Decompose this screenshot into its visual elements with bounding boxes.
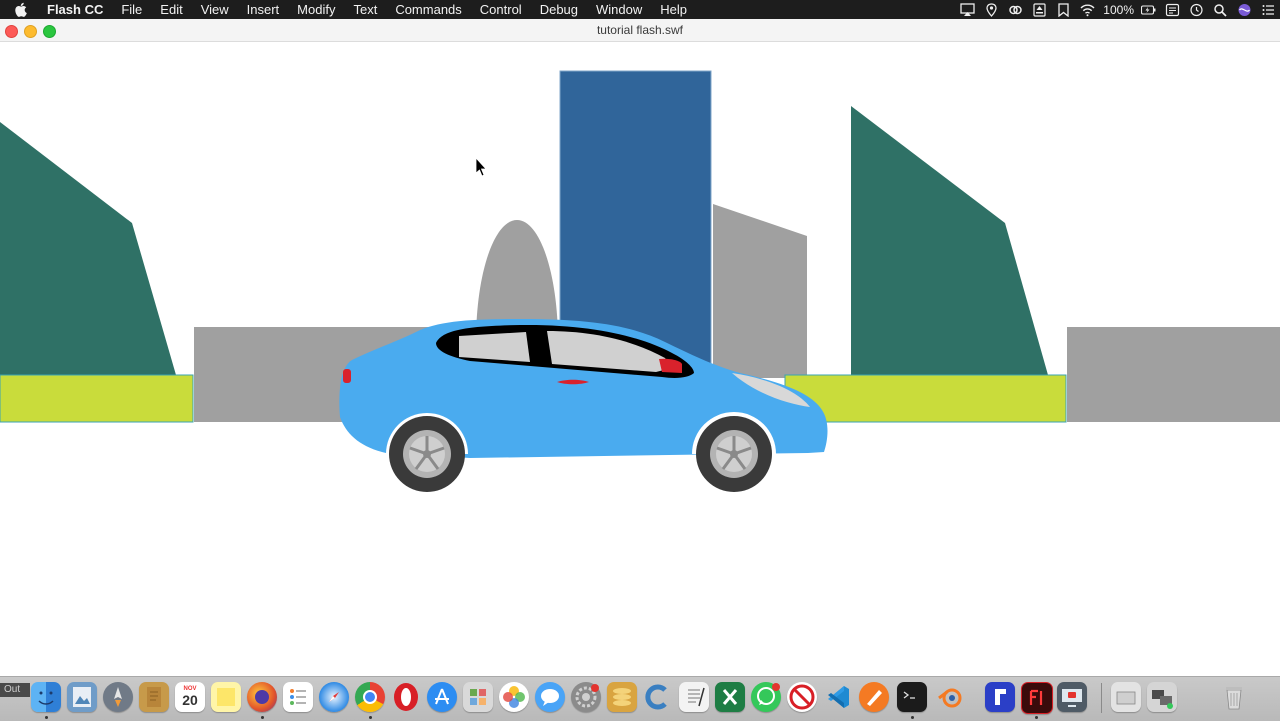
menu-modify[interactable]: Modify <box>288 0 344 19</box>
terminal-running-dot <box>911 716 914 719</box>
dock: Out NOV 20 <box>0 676 1280 721</box>
firefox-running-dot <box>261 716 264 719</box>
menu-text[interactable]: Text <box>344 0 386 19</box>
mouse-cursor-icon <box>475 156 487 177</box>
notification-center-icon[interactable] <box>1256 0 1280 19</box>
c-app-icon[interactable] <box>643 682 673 712</box>
finder-running-dot <box>45 716 48 719</box>
dock-separator <box>1101 683 1102 713</box>
photos-icon[interactable] <box>499 682 529 712</box>
front-wheel <box>696 416 772 492</box>
teal-building-left <box>0 122 176 375</box>
apple-menu-icon[interactable] <box>14 2 36 17</box>
flash-running-dot <box>1035 716 1038 719</box>
battery-icon[interactable] <box>1136 0 1160 19</box>
screen-recorder-icon[interactable] <box>1057 682 1087 712</box>
notes-icon[interactable] <box>139 682 169 712</box>
menu-app-name[interactable]: Flash CC <box>36 0 112 19</box>
spotlight-search-icon[interactable] <box>1208 0 1232 19</box>
excel-icon[interactable] <box>715 682 745 712</box>
textedit-icon[interactable] <box>679 682 709 712</box>
status-area: 100% <box>955 0 1280 19</box>
no-entry-icon[interactable] <box>787 682 817 712</box>
gray-slanted-building <box>713 204 807 378</box>
gray-base-right <box>1067 327 1280 422</box>
system-preferences-icon[interactable] <box>571 682 601 712</box>
teal-building-right <box>851 106 1048 375</box>
stacks-icon[interactable] <box>607 682 637 712</box>
vscode-icon[interactable] <box>823 682 853 712</box>
preview-icon[interactable] <box>67 682 97 712</box>
vectorize-icon[interactable] <box>859 682 889 712</box>
menu-view[interactable]: View <box>192 0 238 19</box>
menu-edit[interactable]: Edit <box>151 0 191 19</box>
window-titlebar: tutorial flash.swf <box>0 19 1280 42</box>
wifi-icon[interactable] <box>1075 0 1099 19</box>
app-store-icon[interactable] <box>427 682 457 712</box>
photo-booth-icon[interactable] <box>463 682 493 712</box>
menu-control[interactable]: Control <box>471 0 531 19</box>
menu-commands[interactable]: Commands <box>386 0 470 19</box>
city-scene <box>0 70 1280 492</box>
lime-wall-left <box>0 374 194 423</box>
display-mirror-icon[interactable] <box>955 0 979 19</box>
firefox-icon[interactable] <box>247 682 277 712</box>
menu-help[interactable]: Help <box>651 0 696 19</box>
reminders-icon[interactable] <box>283 682 313 712</box>
battery-percent: 100% <box>1103 2 1134 17</box>
car-tail-light <box>343 369 351 383</box>
safari-icon[interactable] <box>319 682 349 712</box>
menu-bar: Flash CC File Edit View Insert Modify Te… <box>0 0 1280 19</box>
messages-icon[interactable] <box>535 682 565 712</box>
blender-icon[interactable] <box>935 682 965 712</box>
flash-stage[interactable] <box>0 42 1280 675</box>
applications-stack-icon[interactable] <box>1147 682 1177 712</box>
time-machine-icon[interactable] <box>1184 0 1208 19</box>
terminal-icon[interactable] <box>897 682 927 712</box>
whatsapp-icon[interactable] <box>751 682 781 712</box>
launchpad-icon[interactable] <box>103 682 133 712</box>
location-pin-icon[interactable] <box>979 0 1003 19</box>
menu-debug[interactable]: Debug <box>531 0 587 19</box>
rear-wheel <box>389 416 465 492</box>
flash-app-icon[interactable] <box>1021 682 1053 714</box>
lime-wall-right <box>784 374 1067 423</box>
bookmark-icon[interactable] <box>1051 0 1075 19</box>
menu-window[interactable]: Window <box>587 0 651 19</box>
menu-insert[interactable]: Insert <box>238 0 289 19</box>
keyboard-input-icon[interactable] <box>1160 0 1184 19</box>
opera-icon[interactable] <box>391 682 421 712</box>
dock-terminal-tag: Out <box>0 683 30 697</box>
stickies-icon[interactable] <box>211 682 241 712</box>
creative-cloud-icon[interactable] <box>1003 0 1027 19</box>
calendar-day: 20 <box>182 692 198 708</box>
siri-icon[interactable] <box>1232 0 1256 19</box>
chrome-running-dot <box>369 716 372 719</box>
upload-icon[interactable] <box>1027 0 1051 19</box>
finder-icon[interactable] <box>31 682 61 712</box>
window-title: tutorial flash.swf <box>596 23 684 37</box>
car-rear-window <box>459 332 530 362</box>
calendar-icon[interactable]: NOV 20 <box>175 682 205 712</box>
downloads-stack-icon[interactable] <box>1111 682 1141 712</box>
menu-file[interactable]: File <box>112 0 151 19</box>
frame-app-icon[interactable] <box>985 682 1015 712</box>
chrome-icon[interactable] <box>355 682 385 712</box>
trash-icon[interactable] <box>1219 682 1249 712</box>
